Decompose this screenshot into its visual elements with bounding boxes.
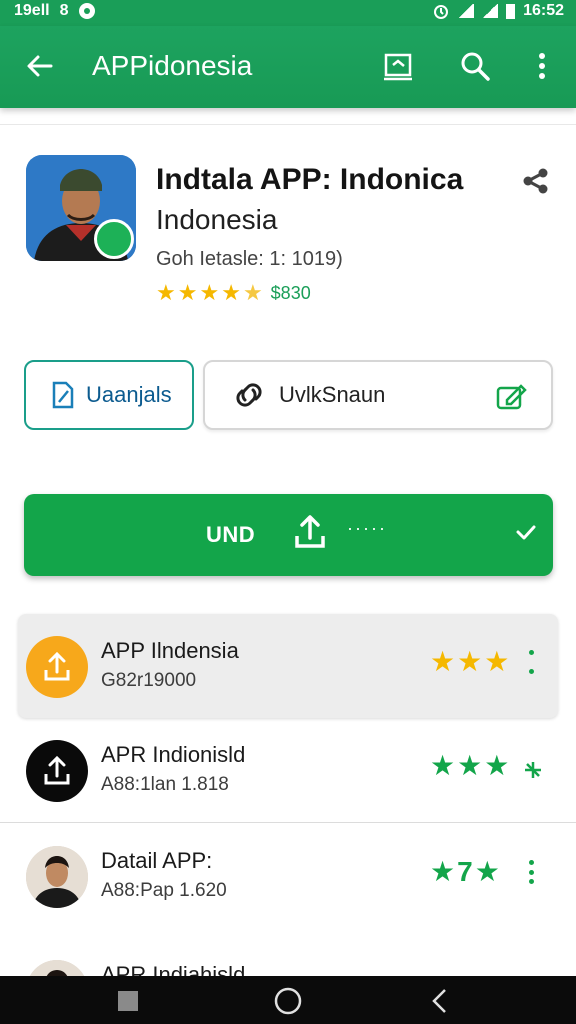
avatar (26, 960, 88, 976)
avatar (26, 636, 88, 698)
share-icon (523, 168, 548, 194)
list-item-name: APP Ilndensia (101, 638, 239, 663)
crop-icon (384, 53, 412, 81)
status-time: 19ell (14, 2, 50, 19)
system-nav-bar (0, 976, 576, 1024)
alarm-icon (434, 5, 449, 19)
app-bar-title: APPidonesia (92, 50, 253, 81)
person-photo (26, 960, 88, 976)
list-item-meta: A88:Pap 1.620 (101, 880, 227, 901)
upload-icon (295, 515, 325, 548)
home-button[interactable] (273, 986, 303, 1016)
recents-button[interactable] (113, 986, 143, 1016)
home-icon (274, 987, 302, 1015)
link-button[interactable]: UvlkSnaun (203, 360, 553, 430)
status-clock: 16:52 (523, 2, 564, 19)
install-button-label: UND (206, 522, 256, 547)
back-nav-button[interactable] (425, 986, 455, 1016)
back-arrow-icon (27, 55, 53, 77)
avatar (26, 846, 88, 908)
wifi-signal-icon (458, 4, 475, 18)
link-icon (236, 383, 262, 407)
battery-icon (506, 3, 516, 19)
document-button[interactable]: Uaanjals (24, 360, 194, 430)
star-icon: ★ (199, 280, 220, 305)
star-icon: ★ (430, 646, 456, 677)
share-button[interactable] (518, 163, 554, 199)
app-rating: ★ ★ ★ ★ ★ $830 (156, 282, 311, 304)
link-button-label: UvlkSnaun (279, 382, 386, 407)
verified-badge-icon (94, 219, 134, 259)
list-item-name: Datail APP: (101, 848, 213, 873)
search-icon (461, 52, 490, 81)
crop-button[interactable] (378, 46, 418, 86)
install-button[interactable]: UND ····· (24, 494, 553, 576)
app-subtitle: Indonesia (156, 204, 278, 235)
list-item-rating: ★ ★ ★ (430, 648, 509, 676)
list-item[interactable]: Datail APP: A88:Pap 1.620 ★ 7 ★ (18, 824, 558, 928)
list-item-name: APR Indionisld (101, 742, 246, 767)
document-button-label: Uaanjals (86, 382, 172, 407)
back-button[interactable] (20, 46, 60, 86)
list-item[interactable]: APR Indionisld A88:1lan 1.818 ★ ★ ★ (18, 718, 558, 822)
status-bar: 19ell 8 16:52 (0, 0, 576, 26)
star-icon: ★ (474, 856, 500, 887)
person-photo (26, 846, 88, 908)
status-symbol: 8 (59, 2, 69, 19)
star-icon: ★ (457, 750, 483, 781)
sparkle-icon (525, 762, 541, 778)
divider (0, 822, 576, 823)
upload-icon (44, 755, 70, 785)
list-item[interactable]: APP Ilndensia G82r19000 ★ ★ ★ (18, 614, 558, 718)
install-dots: ····· (347, 518, 387, 538)
star-icon: ★ (156, 280, 176, 305)
star-icon: ★ (221, 280, 241, 305)
list-item[interactable]: APR Indiahisld (18, 928, 558, 976)
back-nav-icon (432, 989, 446, 1013)
list-item-rating: ★ 7 ★ (430, 858, 500, 886)
app-icon (26, 155, 136, 261)
cell-signal-icon (482, 4, 499, 18)
list-item-meta: A88:1lan 1.818 (101, 774, 229, 795)
rating-count: $830 (270, 282, 311, 303)
search-button[interactable] (455, 46, 495, 86)
list-item-menu-button[interactable] (526, 650, 536, 674)
app-title: Indtala APP: Indonica (156, 163, 464, 196)
star-icon: ★ (457, 646, 483, 677)
list-item-rating: ★ ★ ★ (430, 752, 509, 780)
document-icon (52, 381, 74, 409)
star-icon: ★ (430, 856, 456, 887)
upload-icon (44, 651, 70, 681)
list-item-menu-button[interactable] (526, 860, 536, 884)
overflow-menu-button[interactable] (522, 46, 562, 86)
check-icon (516, 525, 536, 540)
star-half-icon: ★ (242, 280, 263, 305)
rating-glyph: 7 (457, 856, 473, 887)
notification-icon (78, 3, 95, 19)
star-icon: ★ (484, 750, 510, 781)
edit-icon (496, 384, 527, 410)
app-meta: Goh Ietasle: 1: 1019) (156, 248, 343, 270)
list-item-meta: G82r19000 (101, 670, 197, 691)
list-item-name: APR Indiahisld (101, 962, 246, 976)
avatar (26, 740, 88, 802)
app-bar: APPidonesia (0, 26, 576, 108)
star-icon: ★ (484, 646, 510, 677)
more-vert-icon (539, 53, 545, 79)
star-icon: ★ (430, 750, 456, 781)
recents-icon (118, 991, 138, 1011)
star-icon: ★ (177, 280, 198, 305)
